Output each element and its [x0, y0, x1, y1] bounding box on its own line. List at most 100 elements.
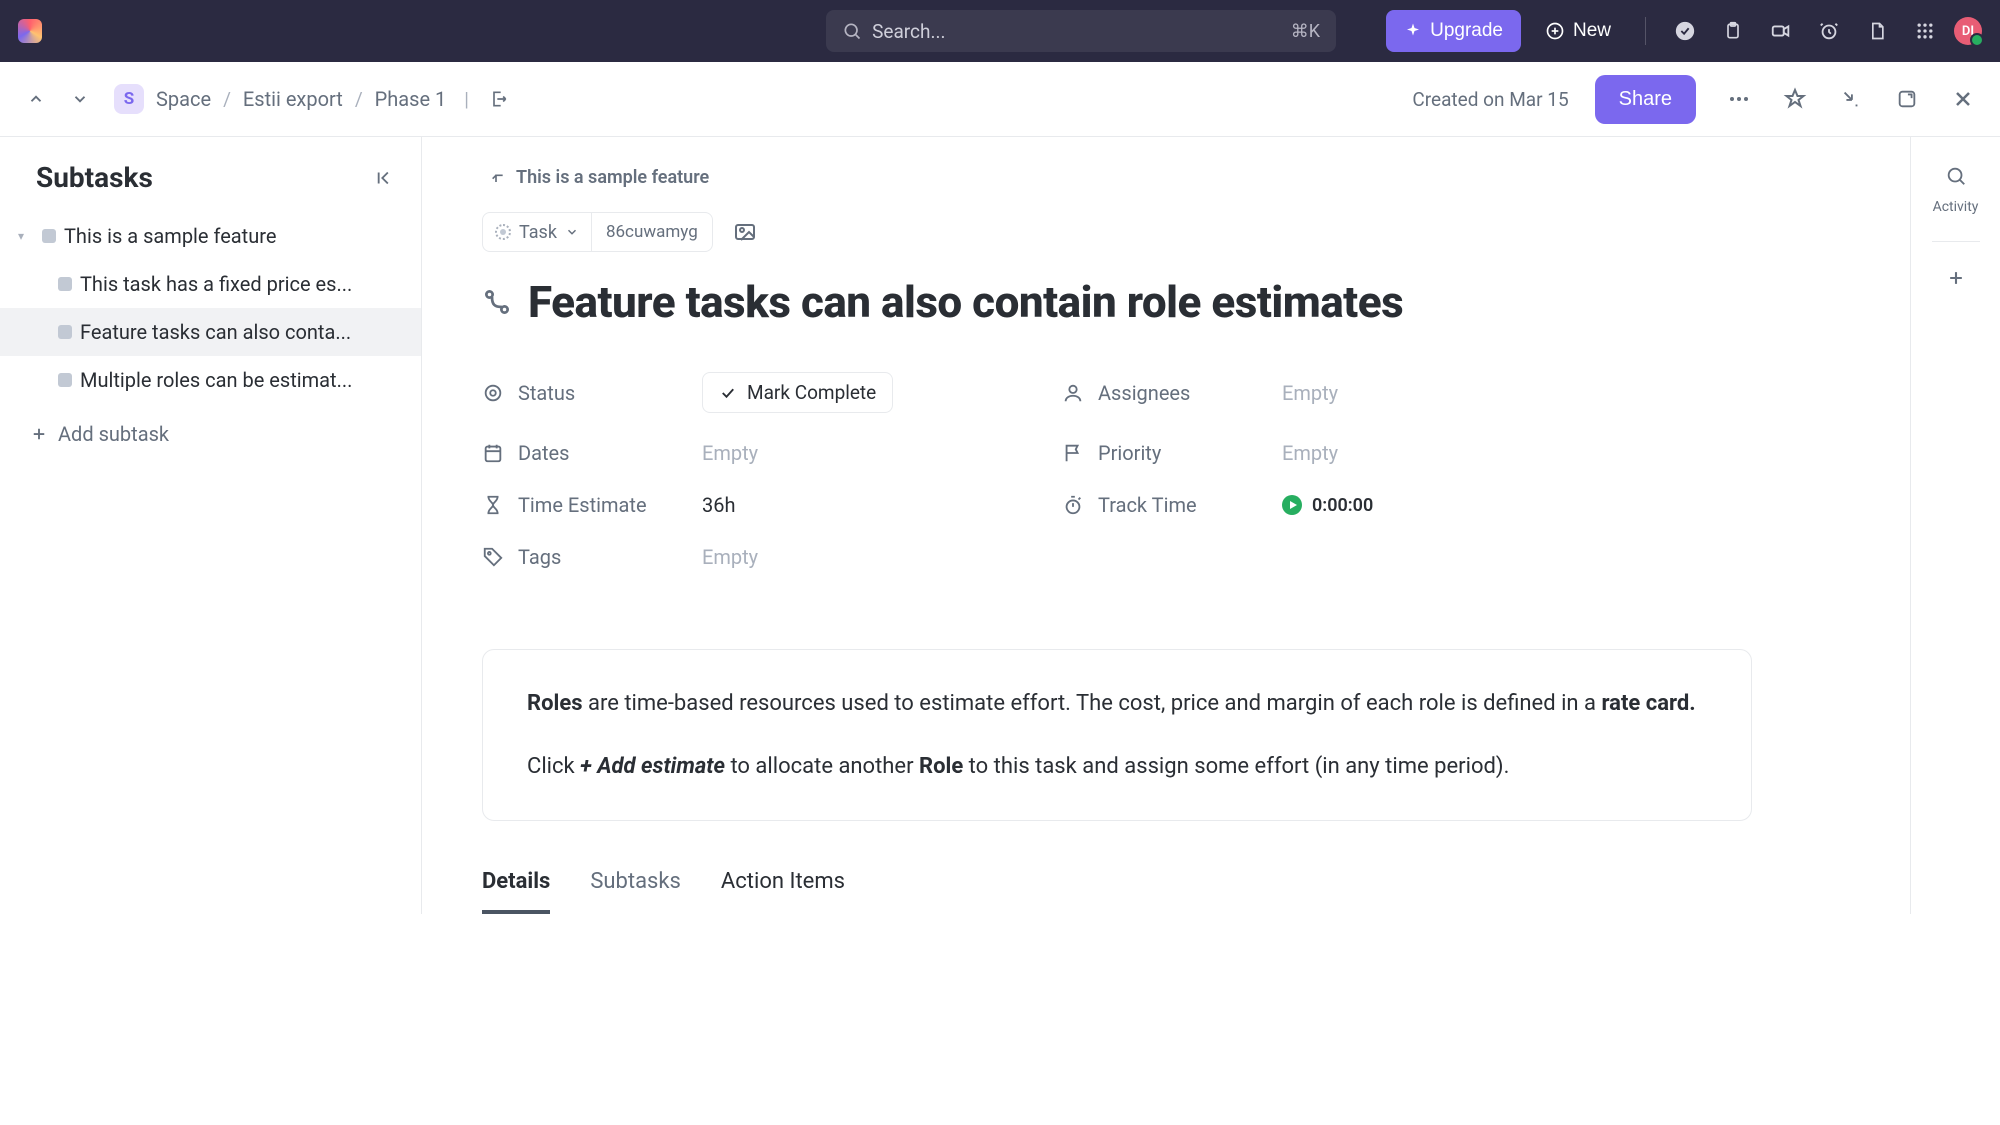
sidebar-title: Subtasks: [36, 161, 153, 194]
chevron-up-icon[interactable]: [24, 87, 48, 111]
check-circle-icon[interactable]: [1672, 18, 1698, 44]
tree-item[interactable]: Multiple roles can be estimat...: [0, 356, 421, 404]
desc-text: are time-based resources used to estimat…: [583, 691, 1602, 716]
plus-icon: [30, 425, 48, 443]
task-content: This is a sample feature Task 86cuwamyg …: [422, 137, 1910, 914]
close-icon[interactable]: [1950, 86, 1976, 112]
minimize-icon[interactable]: [1838, 86, 1864, 112]
collapse-sidebar-icon[interactable]: [375, 167, 397, 189]
breadcrumb-space[interactable]: Space: [156, 87, 211, 111]
breadcrumb-separator: /: [223, 88, 231, 111]
share-button[interactable]: Share: [1595, 75, 1696, 124]
task-fields: Status Mark Complete Assignees Empty Dat…: [482, 372, 1582, 569]
person-icon: [1062, 382, 1084, 404]
status-dot-icon: [42, 229, 56, 243]
track-time-value[interactable]: 0:00:00: [1282, 495, 1373, 516]
breadcrumb-folder[interactable]: Estii export: [243, 87, 343, 111]
assignees-value[interactable]: Empty: [1282, 381, 1338, 405]
breadcrumb-list[interactable]: Phase 1: [375, 87, 447, 111]
task-description[interactable]: Roles are time-based resources used to e…: [482, 649, 1752, 821]
subtask-branch-icon: [482, 287, 512, 317]
add-subtask-label: Add subtask: [58, 422, 169, 446]
tab-action-items[interactable]: Action Items: [721, 869, 845, 914]
search-placeholder: Search...: [872, 20, 1281, 43]
new-button[interactable]: New: [1531, 10, 1625, 52]
subtasks-sidebar: Subtasks ▾ This is a sample feature This…: [0, 137, 422, 914]
document-icon[interactable]: [1864, 18, 1890, 44]
more-icon[interactable]: [1726, 86, 1752, 112]
track-time-field-label: Track Time: [1098, 493, 1197, 517]
status-dot-icon: [58, 373, 72, 387]
task-title[interactable]: Feature tasks can also contain role esti…: [528, 276, 1403, 328]
desc-text: to allocate another: [725, 754, 919, 779]
expand-icon[interactable]: [1894, 86, 1920, 112]
tree-item-label: Multiple roles can be estimat...: [80, 368, 421, 392]
desc-bold: Role: [919, 754, 963, 779]
activity-search-icon[interactable]: [1945, 165, 1967, 187]
task-type-chip[interactable]: Task 86cuwamyg: [482, 212, 713, 252]
breadcrumb-separator: /: [355, 88, 363, 111]
search-icon: [842, 21, 862, 41]
time-estimate-value[interactable]: 36h: [702, 493, 736, 517]
created-on-label: Created on Mar 15: [1412, 88, 1568, 111]
search-shortcut: ⌘K: [1291, 21, 1320, 42]
track-time-display: 0:00:00: [1312, 495, 1373, 516]
apps-grid-icon[interactable]: [1912, 18, 1938, 44]
global-search[interactable]: Search... ⌘K: [826, 10, 1336, 52]
divider: [1645, 17, 1646, 45]
space-badge-letter: S: [124, 89, 134, 109]
priority-value[interactable]: Empty: [1282, 441, 1338, 465]
status-target-icon: [482, 382, 504, 404]
parent-task-label: This is a sample feature: [516, 167, 709, 188]
chevron-down-icon[interactable]: [68, 87, 92, 111]
tree-item[interactable]: This task has a fixed price es...: [0, 260, 421, 308]
tree-item-label: This task has a fixed price es...: [80, 272, 421, 296]
sparkle-icon: [1404, 22, 1422, 40]
desc-bold: rate card.: [1601, 691, 1695, 716]
alarm-clock-icon[interactable]: [1816, 18, 1842, 44]
description-paragraph: Click + Add estimate to allocate another…: [527, 749, 1707, 784]
activity-rail: Activity: [1910, 137, 2000, 914]
chevron-down-icon: [565, 225, 579, 239]
divider: [1932, 241, 1980, 242]
tags-field-label: Tags: [518, 545, 561, 569]
desc-bold: Roles: [527, 691, 583, 716]
breadcrumb-separator: |: [464, 88, 469, 111]
add-subtask-button[interactable]: Add subtask: [0, 404, 421, 446]
mark-complete-button[interactable]: Mark Complete: [702, 372, 893, 413]
tab-details[interactable]: Details: [482, 869, 550, 914]
play-icon[interactable]: [1282, 495, 1302, 515]
plus-circle-icon: [1545, 21, 1565, 41]
tree-parent-row[interactable]: ▾ This is a sample feature: [0, 212, 421, 260]
share-label: Share: [1619, 88, 1672, 110]
activity-label[interactable]: Activity: [1933, 199, 1979, 215]
desc-text: to this task and assign some effort (in …: [963, 754, 1509, 779]
move-out-icon[interactable]: [487, 87, 511, 111]
tree-item[interactable]: Feature tasks can also conta...: [0, 308, 421, 356]
assignees-field-label: Assignees: [1098, 381, 1190, 405]
app-logo[interactable]: [18, 19, 42, 43]
clipboard-icon[interactable]: [1720, 18, 1746, 44]
hourglass-icon: [482, 494, 504, 516]
user-avatar[interactable]: DI: [1954, 17, 1982, 45]
add-panel-icon[interactable]: [1946, 268, 1966, 288]
parent-task-link[interactable]: This is a sample feature: [482, 167, 1790, 188]
desc-text: Click: [527, 754, 580, 779]
content-tabs: Details Subtasks Action Items: [482, 869, 1790, 914]
video-icon[interactable]: [1768, 18, 1794, 44]
task-id[interactable]: 86cuwamyg: [592, 222, 712, 242]
tab-subtasks[interactable]: Subtasks: [590, 869, 681, 914]
upgrade-button[interactable]: Upgrade: [1386, 10, 1521, 52]
main-area: Subtasks ▾ This is a sample feature This…: [0, 137, 2000, 914]
avatar-initials: DI: [1962, 24, 1974, 39]
cover-image-button[interactable]: [729, 216, 761, 248]
tag-icon: [482, 546, 504, 568]
description-paragraph: Roles are time-based resources used to e…: [527, 686, 1707, 721]
tags-value[interactable]: Empty: [702, 545, 758, 569]
status-dot-icon: [58, 277, 72, 291]
space-badge[interactable]: S: [114, 84, 144, 114]
breadcrumb-bar: S Space / Estii export / Phase 1 | Creat…: [0, 62, 2000, 137]
status-circle-icon: [495, 224, 511, 240]
star-icon[interactable]: [1782, 86, 1808, 112]
dates-value[interactable]: Empty: [702, 441, 758, 465]
